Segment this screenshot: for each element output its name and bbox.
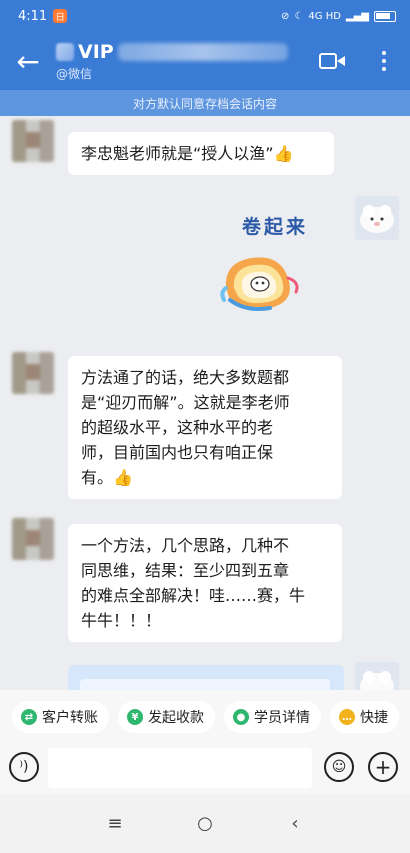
menu-icon[interactable]: ≡	[95, 813, 135, 834]
chat-subtitle: @微信	[56, 66, 93, 81]
blurred-name-suffix	[117, 42, 288, 61]
message-text: 李忠魁老师就是“授人以渔”	[81, 144, 274, 163]
message-line: 牛牛！！！	[81, 611, 162, 630]
status-time: 4:11	[18, 8, 48, 24]
more-options-button[interactable]	[358, 32, 410, 90]
chat-title: VIP	[78, 40, 114, 63]
message-line: 一个方法，几个思路，几种不	[81, 536, 290, 555]
video-camera-icon	[319, 53, 345, 69]
chat-title-block: VIP @微信	[56, 41, 306, 82]
person-icon: ●	[233, 709, 249, 725]
message-line: 是“迎刃而解”。这就是李老师	[81, 393, 290, 412]
partial-message-card[interactable]	[68, 665, 344, 690]
avatar[interactable]	[12, 518, 54, 560]
sticker-text: 卷起来	[242, 216, 309, 238]
quick-action-transfer[interactable]: ⇄ 客户转账	[12, 701, 109, 733]
quick-action-label: 客户转账	[42, 710, 98, 726]
message-line: 同思维，结果：至少四到五章	[81, 561, 290, 580]
voice-wave-icon: ⁾)	[19, 759, 29, 775]
chat-area[interactable]: 李忠魁老师就是“授人以渔”👍 卷起来 方法通了的话，绝大多数题都 是“迎刃而解”…	[0, 116, 410, 690]
quick-action-label: 学员详情	[254, 710, 310, 726]
thumbs-up-icon: 👍	[113, 468, 133, 487]
avatar[interactable]	[355, 662, 399, 690]
quick-action-label: 快捷	[360, 710, 388, 726]
chat-header: ← VIP @微信	[0, 32, 410, 90]
message-bubble[interactable]: 方法通了的话，绝大多数题都 是“迎刃而解”。这就是李老师 的超级水平，这种水平的…	[68, 356, 342, 499]
avatar[interactable]	[12, 352, 54, 394]
quick-actions-bar: ⇄ 客户转账 ¥ 发起收款 ● 学员详情 … 快捷	[0, 690, 410, 744]
nfc-icon: ⊘	[281, 10, 290, 22]
input-bar: ⁾) ☺ +	[0, 744, 410, 794]
message-line: 师，目前国内也只有咱正保	[81, 443, 274, 462]
message-bubble[interactable]: 一个方法，几个思路，几种不 同思维，结果：至少四到五章 的难点全部解决！哇……赛…	[68, 524, 342, 642]
transfer-icon: ⇄	[21, 709, 37, 725]
network-label: 4G HD	[308, 10, 341, 22]
voice-input-button[interactable]: ⁾)	[9, 752, 39, 782]
archive-notice: 对方默认同意存档会话内容	[0, 90, 410, 116]
home-circle-icon[interactable]: ○	[185, 813, 225, 834]
more-functions-button[interactable]: +	[368, 752, 398, 782]
message-line: 有。	[81, 468, 114, 487]
chat-dots-icon: …	[339, 709, 355, 725]
top-bar: 4:11 日 ⊘ ☾ 4G HD ▂▄▆ ← VIP @微信	[0, 0, 410, 92]
status-bar: 4:11 日 ⊘ ☾ 4G HD ▂▄▆	[0, 0, 410, 32]
quick-action-collect[interactable]: ¥ 发起收款	[118, 701, 215, 733]
message-line: 的超级水平，这种水平的老	[81, 418, 274, 437]
blurred-name-prefix	[56, 42, 74, 61]
status-indicators: ⊘ ☾ 4G HD ▂▄▆	[281, 10, 396, 22]
more-vertical-icon	[382, 51, 386, 71]
emoji-button[interactable]: ☺	[324, 752, 354, 782]
smiley-icon: ☺	[331, 759, 347, 775]
battery-icon	[374, 10, 396, 22]
signal-icon: ▂▄▆	[345, 10, 369, 22]
message-bubble[interactable]: 李忠魁老师就是“授人以渔”👍	[68, 132, 334, 175]
avatar[interactable]	[355, 196, 399, 240]
avatar[interactable]	[12, 120, 54, 162]
quick-action-label: 发起收款	[148, 710, 204, 726]
quick-action-shortcut[interactable]: … 快捷	[330, 701, 399, 733]
moon-icon: ☾	[294, 10, 304, 22]
video-call-button[interactable]	[306, 32, 358, 90]
message-line: 的难点全部解决！哇……赛，牛	[81, 586, 306, 605]
sticker-image[interactable]	[216, 248, 306, 324]
app-notification-icon: 日	[53, 9, 68, 23]
system-navigation-bar: ≡ ○ ‹	[0, 794, 410, 853]
message-line: 方法通了的话，绝大多数题都	[81, 368, 290, 387]
yen-icon: ¥	[127, 709, 143, 725]
message-input[interactable]	[48, 748, 312, 788]
plus-icon: +	[374, 755, 392, 779]
back-arrow-icon[interactable]: ←	[0, 32, 56, 90]
quick-action-student-details[interactable]: ● 学员详情	[224, 701, 321, 733]
back-chevron-icon[interactable]: ‹	[275, 813, 315, 834]
thumbs-up-icon: 👍	[273, 144, 294, 163]
